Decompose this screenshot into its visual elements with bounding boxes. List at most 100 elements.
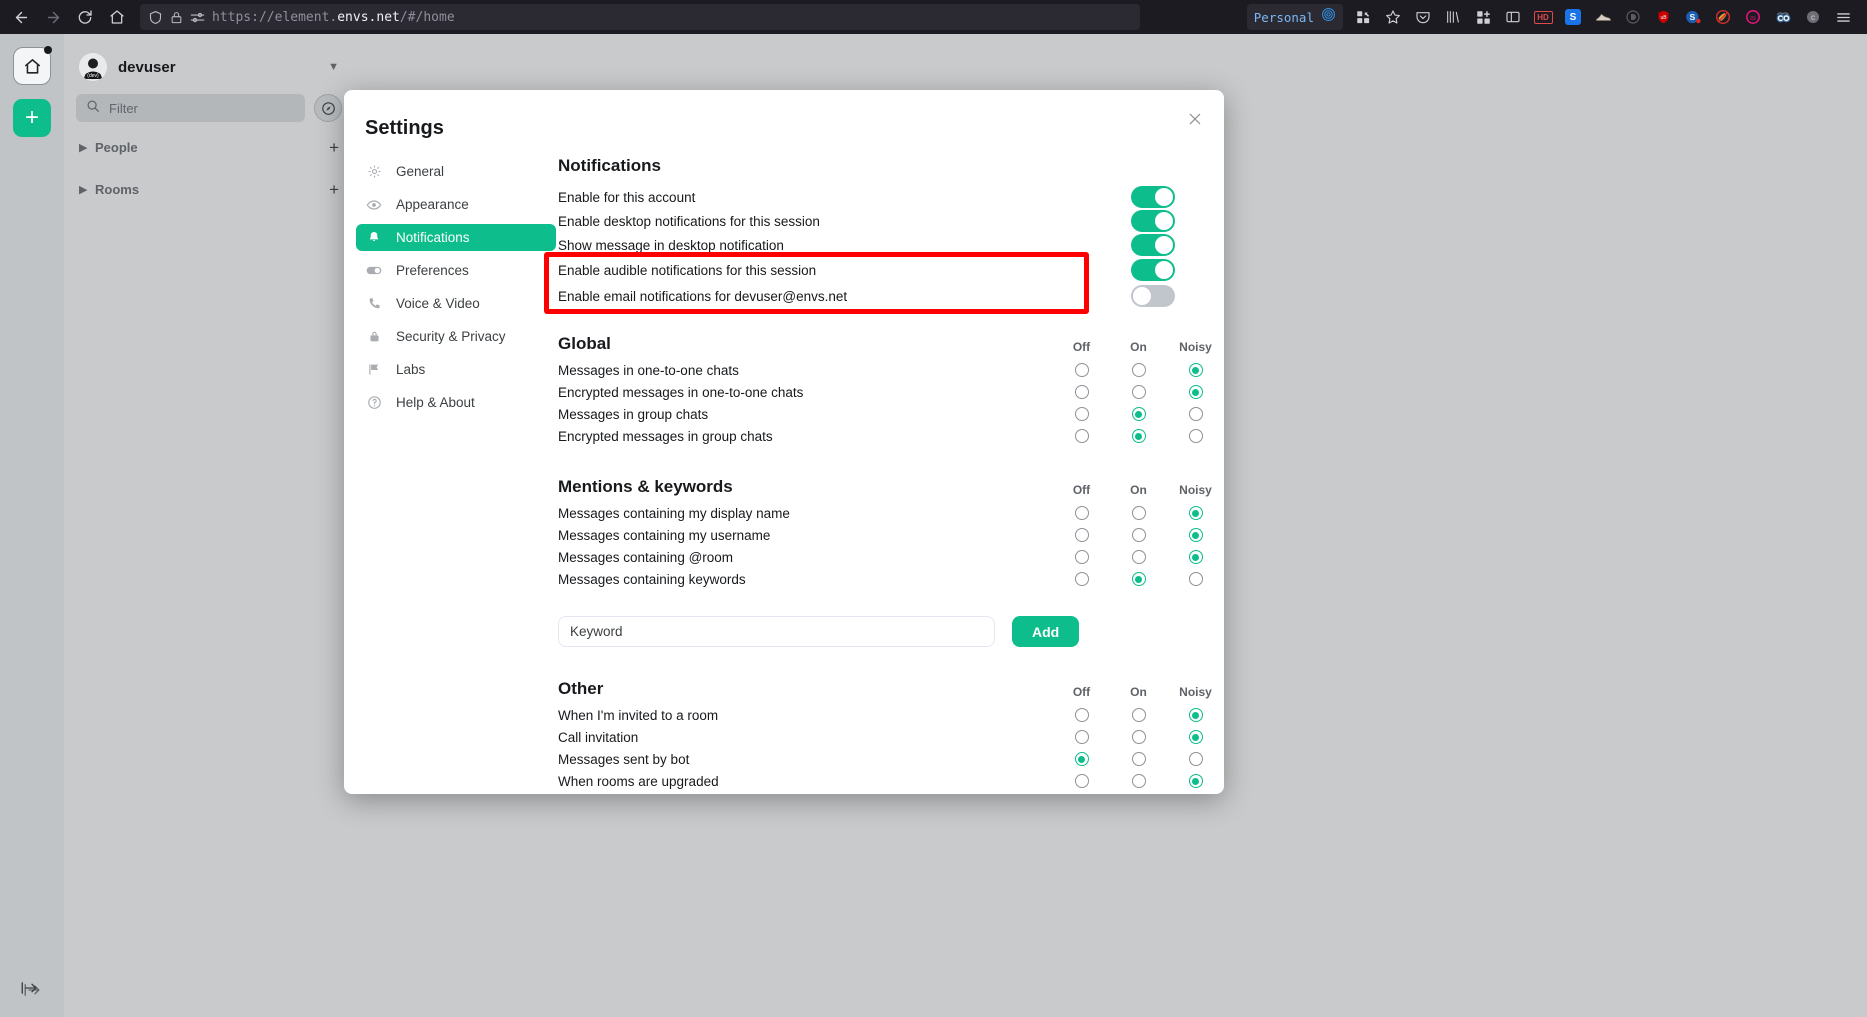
radio-cell-on[interactable] [1110, 506, 1167, 520]
collapse-panel-icon[interactable] [20, 980, 38, 999]
radio-off[interactable] [1074, 708, 1089, 722]
radio-noisy[interactable] [1188, 506, 1203, 520]
radio-cell-noisy[interactable] [1167, 752, 1224, 766]
nav-item-notifications[interactable]: Notifications [356, 224, 556, 251]
radio-off[interactable] [1074, 572, 1089, 586]
radio-cell-on[interactable] [1110, 708, 1167, 722]
radio-cell-off[interactable] [1053, 363, 1110, 377]
pocket-icon[interactable] [1409, 4, 1437, 30]
reload-icon[interactable] [70, 4, 100, 30]
eyes-icon[interactable] [1769, 4, 1797, 30]
nav-item-general[interactable]: General [356, 158, 556, 185]
close-icon[interactable] [1184, 108, 1206, 130]
radio-cell-on[interactable] [1110, 774, 1167, 788]
radio-cell-on[interactable] [1110, 752, 1167, 766]
radio-off[interactable] [1074, 752, 1089, 766]
radio-cell-off[interactable] [1053, 730, 1110, 744]
radio-cell-noisy[interactable] [1167, 429, 1224, 443]
back-arrow-icon[interactable] [6, 4, 36, 30]
nav-item-preferences[interactable]: Preferences [356, 257, 556, 284]
radio-off[interactable] [1074, 429, 1089, 443]
radio-cell-on[interactable] [1110, 550, 1167, 564]
radio-cell-off[interactable] [1053, 550, 1110, 564]
radio-cell-on[interactable] [1110, 429, 1167, 443]
nav-item-appearance[interactable]: Appearance [356, 191, 556, 218]
shoe-icon[interactable] [1589, 4, 1617, 30]
add-keyword-button[interactable]: Add [1012, 616, 1080, 647]
s-red-badge-icon[interactable]: S [1679, 4, 1707, 30]
toggle-enable-account[interactable] [1131, 186, 1175, 208]
explore-rooms-button[interactable] [314, 94, 342, 122]
toggle-row-desktop[interactable]: Enable desktop notifications for this se… [558, 209, 1224, 233]
radio-on[interactable] [1131, 506, 1146, 520]
app-menu-icon[interactable] [1829, 4, 1857, 30]
extensions-icon[interactable] [1349, 4, 1377, 30]
toggle-enable-desktop[interactable] [1131, 210, 1175, 232]
radio-on[interactable] [1131, 429, 1146, 443]
radio-cell-noisy[interactable] [1167, 774, 1224, 788]
radio-off[interactable] [1074, 385, 1089, 399]
radio-cell-noisy[interactable] [1167, 730, 1224, 744]
radio-cell-on[interactable] [1110, 385, 1167, 399]
radio-noisy[interactable] [1188, 528, 1203, 542]
profile-chip[interactable]: Personal [1246, 4, 1343, 30]
radio-on[interactable] [1131, 730, 1146, 744]
library-icon[interactable] [1439, 4, 1467, 30]
c-badge-icon[interactable]: c [1799, 4, 1827, 30]
toggle-row-audible[interactable]: Enable audible notifications for this se… [558, 258, 1224, 282]
radio-cell-noisy[interactable] [1167, 407, 1224, 421]
nav-item-help-about[interactable]: Help & About [356, 389, 556, 416]
forward-arrow-icon[interactable] [38, 4, 68, 30]
radio-on[interactable] [1131, 363, 1146, 377]
radio-off[interactable] [1074, 730, 1089, 744]
radio-on[interactable] [1131, 774, 1146, 788]
radio-cell-off[interactable] [1053, 385, 1110, 399]
add-people-button[interactable]: + [329, 139, 339, 156]
radio-cell-on[interactable] [1110, 528, 1167, 542]
radio-off[interactable] [1074, 528, 1089, 542]
radio-noisy[interactable] [1188, 730, 1203, 744]
bookmark-star-icon[interactable] [1379, 4, 1407, 30]
sidebar-icon[interactable] [1499, 4, 1527, 30]
radio-on[interactable] [1131, 528, 1146, 542]
radio-noisy[interactable] [1188, 363, 1203, 377]
radio-cell-off[interactable] [1053, 572, 1110, 586]
radio-cell-on[interactable] [1110, 572, 1167, 586]
nav-item-security-privacy[interactable]: Security & Privacy [356, 323, 556, 350]
no-ads-icon[interactable] [1709, 4, 1737, 30]
sidebar-section-people[interactable]: ▶ People + [76, 130, 342, 164]
hd-badge-icon[interactable]: HD [1529, 4, 1557, 30]
radio-cell-off[interactable] [1053, 429, 1110, 443]
radio-cell-noisy[interactable] [1167, 572, 1224, 586]
home-space-button[interactable] [13, 46, 52, 85]
radio-cell-on[interactable] [1110, 363, 1167, 377]
radio-noisy[interactable] [1188, 407, 1203, 421]
radio-noisy[interactable] [1188, 752, 1203, 766]
add-room-button[interactable]: + [329, 181, 339, 198]
radio-cell-off[interactable] [1053, 774, 1110, 788]
m-badge-icon[interactable]: m [1739, 4, 1767, 30]
sidebar-section-rooms[interactable]: ▶ Rooms + [76, 172, 342, 206]
ublock-shield-icon[interactable]: uB [1649, 4, 1677, 30]
user-menu[interactable]: (dev) devuser ▼ [76, 44, 342, 90]
radio-noisy[interactable] [1188, 550, 1203, 564]
filter-input[interactable]: Filter [76, 94, 305, 122]
toggle-show-message[interactable] [1131, 234, 1175, 256]
radio-off[interactable] [1074, 506, 1089, 520]
radio-cell-noisy[interactable] [1167, 385, 1224, 399]
toggle-enable-email[interactable] [1131, 285, 1175, 307]
radio-on[interactable] [1131, 708, 1146, 722]
radio-cell-noisy[interactable] [1167, 550, 1224, 564]
toggle-row-account[interactable]: Enable for this account [558, 185, 1224, 209]
toggle-enable-audible[interactable] [1131, 259, 1175, 281]
permissions-icon[interactable] [190, 11, 205, 24]
radio-cell-off[interactable] [1053, 407, 1110, 421]
d-badge-icon[interactable] [1619, 4, 1647, 30]
radio-on[interactable] [1131, 385, 1146, 399]
address-bar[interactable]: https://element.envs.net/#/home [140, 4, 1140, 30]
keyword-input[interactable]: Keyword [558, 616, 995, 647]
radio-on[interactable] [1131, 407, 1146, 421]
radio-noisy[interactable] [1188, 385, 1203, 399]
nav-item-labs[interactable]: Labs [356, 356, 556, 383]
chevron-down-icon[interactable]: ▼ [328, 61, 339, 73]
